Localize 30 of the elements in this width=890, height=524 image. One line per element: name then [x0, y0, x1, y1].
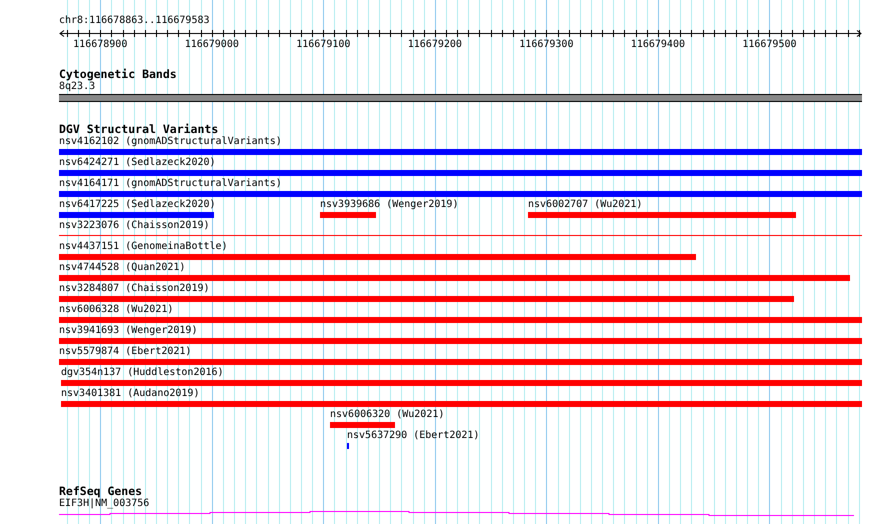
variant-label: nsv3401381 (Audano2019) — [61, 388, 200, 400]
variant-label: nsv4162102 (gnomADStructuralVariants) — [59, 136, 282, 148]
track-title: DGV Structural Variants — [59, 123, 218, 136]
variant-label: nsv3284807 (Chaisson2019) — [59, 283, 210, 295]
variant-label: nsv4744528 (Quan2021) — [59, 262, 186, 274]
tick-label: 116679000 — [184, 39, 239, 50]
tick-label: 116679100 — [296, 39, 350, 50]
location-label: chr8:116678863..116679583 — [59, 15, 210, 27]
tick-label: 116679500 — [742, 39, 797, 50]
track-title: RefSeq Genes — [59, 485, 142, 498]
variant-label: nsv6002707 (Wu2021) — [528, 199, 642, 211]
variant-label: nsv6006320 (Wu2021) — [330, 409, 444, 421]
variant-label: nsv5637290 (Ebert2021) — [347, 430, 480, 442]
tick-label: 116679200 — [408, 39, 462, 50]
band-label: 8q23.3 — [59, 81, 96, 93]
gene-label: EIF3H|NM_003756 — [59, 498, 150, 510]
variant-label: nsv5579874 (Ebert2021) — [59, 346, 192, 358]
variant-label: nsv6006328 (Wu2021) — [59, 304, 174, 316]
variant-label: nsv3939686 (Wenger2019) — [320, 199, 458, 211]
tick-label: 116679300 — [519, 39, 574, 50]
tick-label: 116679400 — [630, 39, 685, 50]
track-title: Cytogenetic Bands — [59, 68, 177, 81]
variant-label: nsv4437151 (GenomeinaBottle) — [59, 241, 228, 253]
variant-label: nsv4164171 (gnomADStructuralVariants) — [59, 178, 282, 190]
tick-label: 116678900 — [73, 39, 128, 50]
variant-label: dgv354n137 (Huddleston2016) — [61, 367, 224, 379]
variant-label: nsv3223076 (Chaisson2019) — [59, 220, 210, 232]
variant-label: nsv3941693 (Wenger2019) — [59, 325, 198, 337]
variant-label: nsv6424271 (Sedlazeck2020) — [59, 157, 216, 169]
variant-label: nsv6417225 (Sedlazeck2020) — [59, 199, 216, 211]
